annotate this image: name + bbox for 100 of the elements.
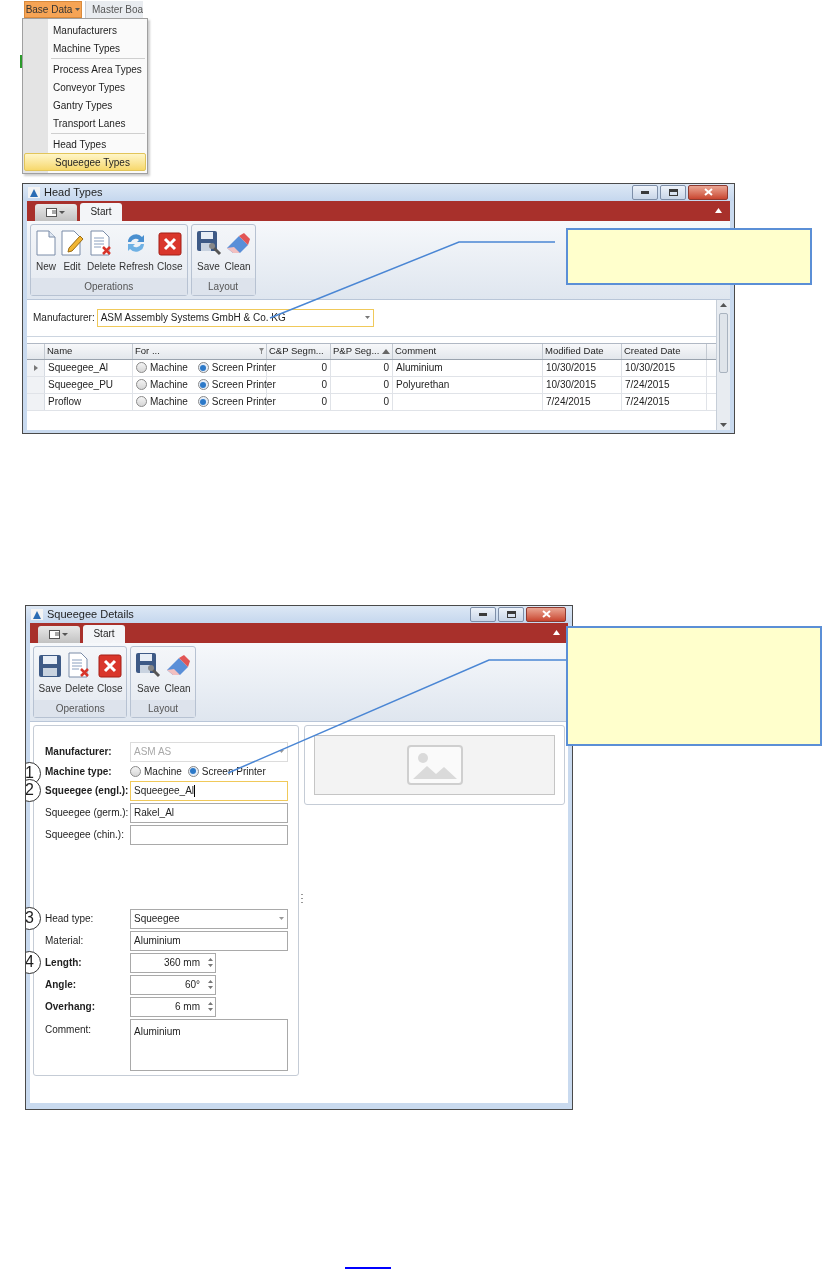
field-label: Comment: bbox=[45, 1022, 93, 1037]
scroll-up-icon[interactable] bbox=[720, 302, 727, 307]
field-label: Squeegee (engl.): bbox=[45, 784, 130, 798]
menu-item[interactable]: Machine Types bbox=[23, 39, 147, 57]
menu-item[interactable]: Process Area Types bbox=[23, 60, 147, 78]
radio-button[interactable] bbox=[187, 765, 199, 777]
ribbon-group-label: Operations bbox=[31, 277, 187, 295]
ribbon-button[interactable]: Edit bbox=[59, 228, 85, 274]
column-header[interactable]: C&P Segm... bbox=[267, 343, 331, 359]
menu-item[interactable]: Head Types bbox=[23, 135, 147, 153]
ribbon-group-label: Layout bbox=[131, 699, 195, 717]
input-field[interactable] bbox=[130, 824, 288, 845]
field-label: Overhang: bbox=[45, 1000, 96, 1014]
application-menu-tab[interactable] bbox=[38, 625, 80, 643]
table-cell: Polyurethan bbox=[393, 376, 543, 393]
field-label: Manufacturer: bbox=[33, 311, 95, 325]
ribbon-tab[interactable]: Start bbox=[80, 202, 122, 221]
spin-field[interactable]: 6 mm bbox=[130, 996, 216, 1017]
ribbon-button[interactable]: Clean bbox=[163, 650, 192, 696]
page-pencil-icon bbox=[60, 229, 84, 256]
radio-label: Screen Printer bbox=[211, 395, 276, 409]
ribbon-button[interactable]: Close bbox=[155, 228, 184, 274]
minimize-icon bbox=[479, 612, 487, 616]
radio-label: Screen Printer bbox=[201, 764, 266, 779]
column-header[interactable]: For ... bbox=[133, 343, 267, 359]
scroll-down-icon[interactable] bbox=[720, 423, 727, 427]
application-menu-tab[interactable] bbox=[35, 203, 77, 221]
ribbon-button[interactable]: Save bbox=[194, 228, 223, 274]
ribbon-button[interactable]: Delete bbox=[86, 228, 117, 274]
page-x-icon bbox=[67, 651, 92, 678]
floppy-wrench-icon bbox=[135, 651, 162, 678]
radio-label: Screen Printer bbox=[211, 361, 276, 375]
column-header[interactable]: Name bbox=[45, 343, 133, 359]
table-cell: 10/30/2015 bbox=[622, 359, 707, 376]
menu-item[interactable]: Conveyor Types bbox=[23, 78, 147, 96]
collapse-caret-icon bbox=[553, 629, 560, 635]
field-label: Manufacturer: bbox=[45, 745, 113, 759]
input-field[interactable]: Rakel_Al bbox=[130, 802, 288, 823]
ribbon-button[interactable]: Close bbox=[95, 650, 124, 696]
table-cell: Proflow bbox=[45, 393, 133, 410]
menu-button[interactable]: Base Data bbox=[24, 1, 82, 18]
column-header[interactable]: Created Date bbox=[622, 343, 707, 359]
table-cell: 0 bbox=[331, 376, 393, 393]
close-button[interactable] bbox=[526, 606, 566, 622]
radio-button[interactable] bbox=[197, 379, 209, 390]
spin-field[interactable]: 360 mm bbox=[130, 952, 216, 973]
ribbon-button[interactable]: Delete bbox=[64, 650, 95, 696]
radio-button[interactable] bbox=[197, 362, 209, 373]
close-button[interactable] bbox=[688, 184, 728, 200]
menu-item[interactable]: Squeegee Types bbox=[24, 153, 146, 171]
minimize-icon bbox=[641, 190, 649, 194]
radio-button[interactable] bbox=[197, 396, 209, 407]
spin-field[interactable]: 60° bbox=[130, 974, 216, 995]
minimize-button[interactable] bbox=[632, 184, 658, 200]
input-field[interactable]: Aluminium bbox=[130, 930, 288, 951]
step-number-marker: 3 bbox=[26, 906, 41, 930]
sort-arrow-icon[interactable] bbox=[382, 348, 390, 354]
field-label: Squeegee (chin.): bbox=[45, 828, 125, 842]
field-label: Machine type: bbox=[45, 764, 113, 779]
menu-item[interactable]: Gantry Types bbox=[23, 96, 147, 114]
table-cell: 7/24/2015 bbox=[622, 376, 707, 393]
caret-icon bbox=[75, 8, 81, 11]
radio-label: Machine bbox=[150, 361, 188, 375]
ribbon-button[interactable]: New bbox=[34, 228, 58, 274]
maximize-icon bbox=[668, 188, 678, 196]
column-header[interactable]: P&P Seg... bbox=[331, 343, 393, 359]
spinner-arrows-icon[interactable] bbox=[208, 957, 213, 968]
radio-button[interactable] bbox=[130, 765, 141, 777]
dropdown-field[interactable]: Squeegee bbox=[130, 908, 288, 929]
column-header[interactable]: Comment bbox=[393, 343, 543, 359]
field-label: Squeegee (germ.): bbox=[45, 806, 130, 820]
comment-field[interactable]: Aluminium bbox=[130, 1018, 288, 1071]
step-number-marker: 4 bbox=[26, 950, 41, 974]
spinner-arrows-icon[interactable] bbox=[208, 979, 213, 990]
spinner-arrows-icon[interactable] bbox=[208, 1001, 213, 1012]
menu-item[interactable]: Transport Lanes bbox=[23, 114, 147, 132]
radio-button[interactable] bbox=[136, 362, 147, 373]
table-cell: 7/24/2015 bbox=[543, 393, 622, 410]
ribbon-button[interactable]: Save bbox=[134, 650, 163, 696]
column-header[interactable]: Modified Date bbox=[543, 343, 622, 359]
current-row-icon bbox=[33, 364, 38, 371]
ribbon-group-label: Operations bbox=[34, 699, 127, 717]
ribbon-tab[interactable]: Start bbox=[83, 624, 125, 643]
scrollbar[interactable] bbox=[716, 299, 730, 430]
ribbon-button[interactable]: Clean bbox=[223, 228, 252, 274]
maximize-button[interactable] bbox=[660, 184, 686, 200]
table-cell: Squeegee_Al bbox=[45, 359, 133, 376]
table-cell: 10/30/2015 bbox=[543, 376, 622, 393]
menu-item[interactable]: Manufacturers bbox=[23, 21, 147, 39]
filter-icon[interactable] bbox=[259, 348, 264, 354]
minimize-button[interactable] bbox=[470, 606, 496, 622]
input-field[interactable]: Squeegee_Al bbox=[130, 780, 288, 801]
ribbon-button[interactable]: Save bbox=[37, 650, 63, 696]
ribbon-button[interactable]: Refresh bbox=[117, 228, 155, 274]
maximize-button[interactable] bbox=[498, 606, 524, 622]
radio-button[interactable] bbox=[136, 379, 147, 390]
radio-button[interactable] bbox=[136, 396, 147, 407]
radio-label: Machine bbox=[144, 764, 182, 779]
caret-icon bbox=[279, 750, 284, 753]
menu-tab[interactable]: Master Boa bbox=[85, 1, 143, 18]
